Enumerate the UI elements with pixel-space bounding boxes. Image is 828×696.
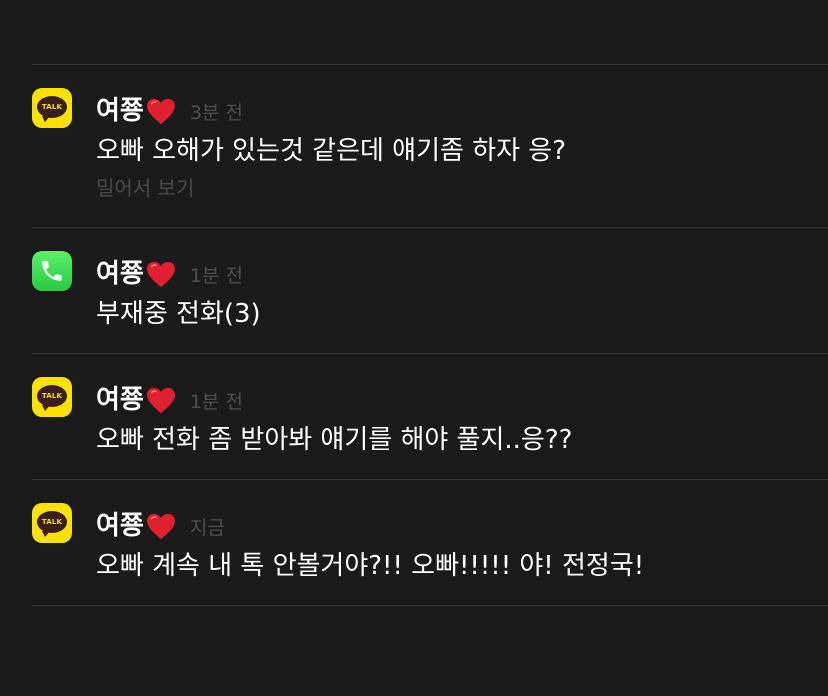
timestamp: 지금 [189,517,225,539]
notification-item[interactable]: TALK 여쭁 3분 전 오빠 오해가 있는것 같은데 얘기좀 하자 응? 밀어… [0,64,828,227]
timestamp: 1분 전 [189,391,243,413]
timestamp: 1분 전 [189,265,243,287]
notification-item[interactable]: TALK 여쭁 지금 오빠 계속 내 톡 안볼거야?!! 오빠!!!!! 야! … [0,479,828,605]
kakaotalk-icon: TALK [32,88,72,128]
swipe-to-view-hint[interactable]: 밀어서 보기 [96,172,194,201]
sender-name: 여쭁 [96,90,176,127]
message-text: 부재중 전화(3) [96,299,261,329]
message-text: 오빠 오해가 있는것 같은데 얘기좀 하자 응? [96,136,567,166]
heart-icon [146,387,175,414]
heart-icon [146,513,175,540]
phone-icon [32,251,72,291]
message-text: 오빠 계속 내 톡 안볼거야?!! 오빠!!!!! 야! 전정국! [96,551,645,581]
kakaotalk-icon: TALK [32,377,72,417]
message-text: 오빠 전화 좀 받아봐 얘기를 해야 풀지..응?? [96,425,573,455]
sender-name: 여쭁 [96,379,176,416]
divider [32,605,828,606]
sender-name: 여쭁 [96,253,176,290]
sender-name: 여쭁 [96,505,176,542]
kakaotalk-icon: TALK [32,503,72,543]
notification-header: 여쭁 1분 전 [96,253,243,290]
timestamp: 3분 전 [189,102,243,124]
heart-icon [146,98,175,125]
notification-header: 여쭁 3분 전 [96,90,243,127]
heart-icon [146,261,175,288]
notification-header: 여쭁 지금 [96,505,225,542]
notification-header: 여쭁 1분 전 [96,379,243,416]
notification-item[interactable]: 여쭁 1분 전 부재중 전화(3) [0,227,828,353]
notification-item[interactable]: TALK 여쭁 1분 전 오빠 전화 좀 받아봐 얘기를 해야 풀지..응?? [0,353,828,479]
notification-list: TALK 여쭁 3분 전 오빠 오해가 있는것 같은데 얘기좀 하자 응? 밀어… [0,0,828,696]
